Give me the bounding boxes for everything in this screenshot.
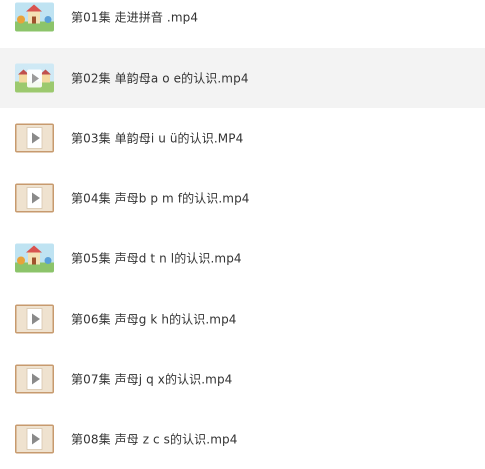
video-play-thumbnail xyxy=(15,424,54,454)
file-name: 第06集 声母g k h的认识.mp4 xyxy=(71,312,237,327)
file-row[interactable]: 第08集 声母 z c s的认识.mp4 xyxy=(0,409,485,469)
file-row[interactable]: 第04集 声母b p m f的认识.mp4 xyxy=(0,168,485,228)
file-name: 第02集 单韵母a o e的认识.mp4 xyxy=(71,71,249,86)
file-name: 第07集 声母j q x的认识.mp4 xyxy=(71,372,233,387)
video-play-thumbnail xyxy=(15,304,54,334)
file-name: 第04集 声母b p m f的认识.mp4 xyxy=(71,191,250,206)
file-row[interactable]: 第05集 声母d t n l的认识.mp4 xyxy=(0,228,485,288)
file-name: 第01集 走进拼音 .mp4 xyxy=(71,10,199,25)
file-list: 第01集 走进拼音 .mp4 第02集 单韵母a o e的认识.mp4 第03集… xyxy=(0,0,485,454)
file-row[interactable]: 第02集 单韵母a o e的认识.mp4 xyxy=(0,48,485,108)
file-row[interactable]: 第07集 声母j q x的认识.mp4 xyxy=(0,349,485,409)
file-name: 第03集 单韵母i u ü的认识.MP4 xyxy=(71,131,244,146)
cartoon-house-thumbnail xyxy=(15,2,54,32)
file-row[interactable]: 第06集 声母g k h的认识.mp4 xyxy=(0,289,485,349)
video-play-thumbnail xyxy=(15,364,54,394)
file-name: 第05集 声母d t n l的认识.mp4 xyxy=(71,251,242,266)
video-play-thumbnail xyxy=(15,183,54,213)
file-row[interactable]: 第03集 单韵母i u ü的认识.MP4 xyxy=(0,108,485,168)
video-play-thumbnail xyxy=(15,123,54,153)
file-row[interactable]: 第01集 走进拼音 .mp4 xyxy=(0,0,485,47)
cartoon-landscape-thumbnail xyxy=(15,63,54,93)
cartoon-house-thumbnail xyxy=(15,243,54,273)
file-name: 第08集 声母 z c s的认识.mp4 xyxy=(71,432,238,447)
